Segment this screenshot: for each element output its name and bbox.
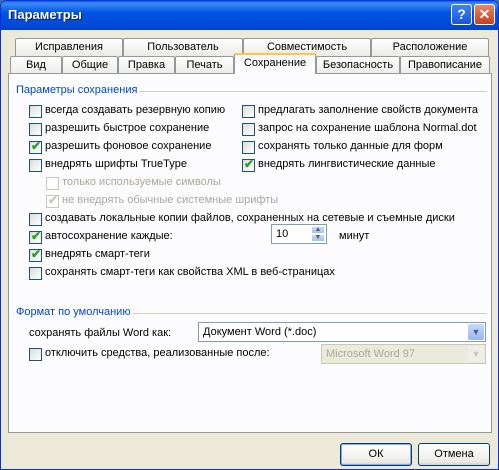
backup-copy-checkbox[interactable]: [29, 105, 42, 118]
backup-copy-label: всегда создавать резервную копию: [45, 104, 226, 116]
save-as-label: сохранять файлы Word как:: [29, 327, 172, 339]
save-as-select[interactable]: Документ Word (*.doc) ▼: [198, 322, 486, 342]
check-icon: ✔: [31, 139, 42, 153]
tab-corrections[interactable]: Исправления: [15, 38, 123, 56]
save-as-value: Документ Word (*.doc): [203, 326, 317, 338]
no-system-fonts-label: не внедрять обычные системные шрифты: [62, 194, 279, 206]
spin-up-icon[interactable]: ▲: [311, 226, 325, 234]
fast-save-label: разрешить быстрое сохранение: [45, 122, 210, 134]
autosave-interval-stepper[interactable]: 10 ▲ ▼: [271, 224, 327, 244]
background-save-label: разрешить фоновое сохранение: [45, 140, 212, 152]
background-save-checkbox[interactable]: ✔: [29, 139, 42, 154]
prompt-properties-checkbox[interactable]: [242, 105, 255, 118]
embed-smart-tags-label: внедрять смарт-теги: [45, 248, 150, 260]
disable-features-checkbox[interactable]: [29, 348, 42, 361]
tab-view[interactable]: Вид: [10, 56, 62, 74]
prompt-normal-label: запрос на сохранение шаблона Normal.dot: [258, 122, 477, 134]
tab-save[interactable]: Сохранение: [234, 53, 316, 74]
used-chars-label: только используемые символы: [62, 176, 221, 188]
local-copies-label: создавать локальные копии файлов, сохран…: [45, 212, 455, 224]
window-title: Параметры: [8, 7, 82, 22]
help-icon[interactable]: ?: [451, 4, 472, 25]
embed-smart-tags-checkbox[interactable]: ✔: [29, 247, 42, 262]
used-chars-checkbox: [46, 177, 59, 190]
autosave-unit-label: минут: [339, 230, 370, 242]
autosave-checkbox[interactable]: ✔: [29, 229, 42, 244]
tab-location[interactable]: Расположение: [371, 38, 489, 56]
cancel-button[interactable]: Отмена: [418, 443, 490, 466]
autosave-label: автосохранение каждые:: [45, 230, 173, 242]
embed-truetype-label: внедрять шрифты TrueType: [45, 158, 187, 170]
tab-security[interactable]: Безопасность: [316, 56, 400, 74]
form-data-label: сохранять только данные для форм: [258, 140, 443, 152]
close-icon[interactable]: ✕: [474, 4, 495, 25]
options-dialog: Параметры ? ✕ Исправления Пользователь С…: [0, 0, 499, 470]
autosave-interval-value: 10: [276, 228, 289, 240]
spin-down-icon[interactable]: ▼: [311, 234, 325, 242]
smart-tags-xml-checkbox[interactable]: [29, 267, 42, 280]
tab-user[interactable]: Пользователь: [123, 38, 243, 56]
prompt-properties-label: предлагать заполнение свойств документа: [258, 104, 478, 116]
check-icon: ✔: [244, 157, 255, 171]
linguistic-data-checkbox[interactable]: ✔: [242, 157, 255, 172]
disable-features-label: отключить средства, реализованные после:: [45, 347, 270, 359]
chevron-down-icon[interactable]: ▼: [468, 324, 484, 340]
no-system-fonts-checkbox: ✔: [46, 193, 59, 208]
tab-spelling[interactable]: Правописание: [400, 56, 490, 74]
title-bar[interactable]: Параметры ? ✕: [1, 1, 498, 30]
chevron-down-icon: ▼: [468, 346, 484, 362]
check-icon: ✔: [48, 193, 59, 207]
default-format-title: Формат по умолчанию: [14, 306, 133, 318]
disable-features-value: Microsoft Word 97: [326, 348, 416, 360]
form-data-checkbox[interactable]: [242, 141, 255, 154]
ok-button[interactable]: ОК: [340, 443, 412, 466]
local-copies-checkbox[interactable]: [29, 213, 42, 226]
disable-features-select: Microsoft Word 97 ▼: [321, 344, 486, 364]
fast-save-checkbox[interactable]: [29, 123, 42, 136]
smart-tags-xml-label: сохранять смарт-теги как свойства XML в …: [45, 266, 335, 278]
tab-print[interactable]: Печать: [175, 56, 234, 74]
save-options-title: Параметры сохранения: [14, 84, 140, 96]
linguistic-data-label: внедрять лингвистические данные: [258, 158, 436, 170]
prompt-normal-checkbox[interactable]: [242, 123, 255, 136]
tab-general[interactable]: Общие: [62, 56, 118, 74]
check-icon: ✔: [31, 247, 42, 261]
embed-truetype-checkbox[interactable]: [29, 159, 42, 172]
check-icon: ✔: [31, 229, 42, 243]
tab-edit[interactable]: Правка: [118, 56, 175, 74]
